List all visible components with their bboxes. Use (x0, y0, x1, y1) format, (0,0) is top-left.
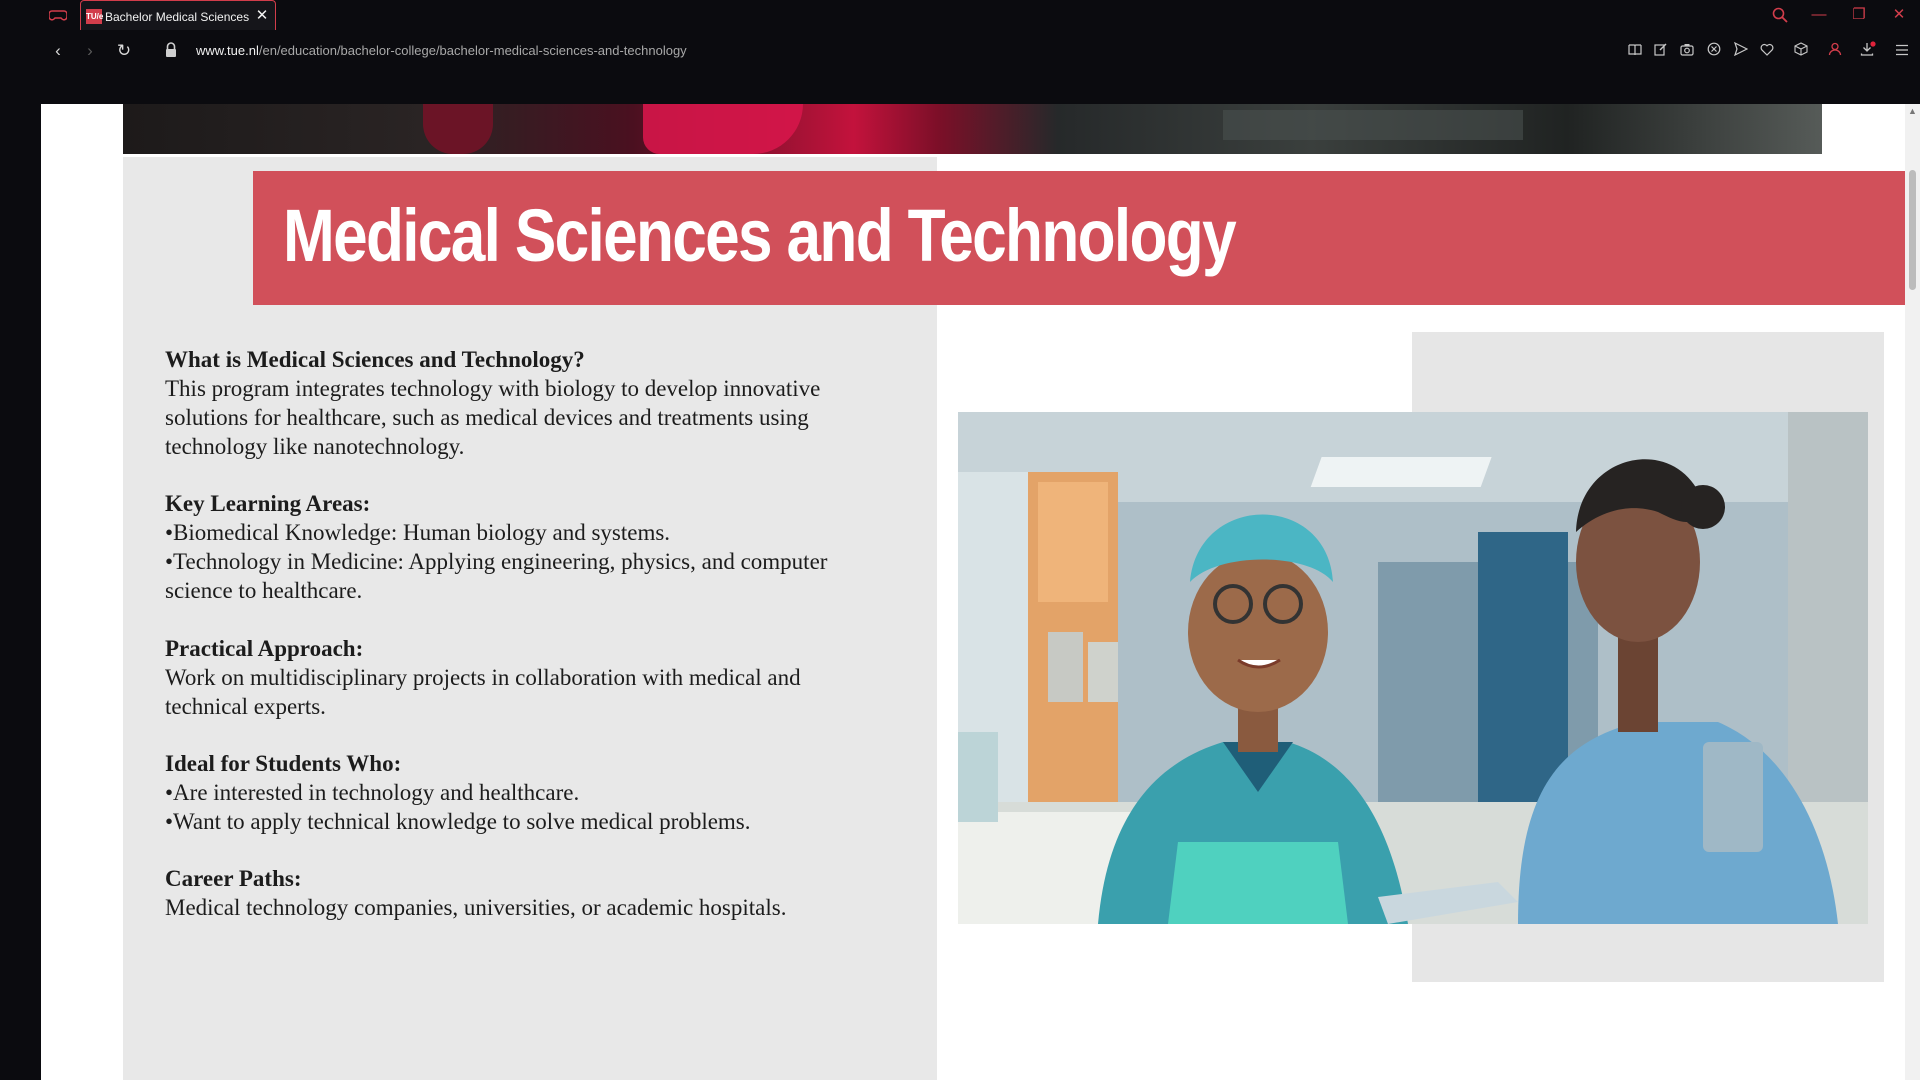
heart-icon[interactable] (1757, 41, 1777, 61)
text-line: science to healthcare. (165, 578, 363, 603)
url-field[interactable]: www.tue.nl/en/education/bachelor-college… (196, 43, 687, 59)
screenshot-icon[interactable] (1677, 41, 1697, 61)
download-icon[interactable] (1858, 41, 1878, 61)
section-heading-what-is: What is Medical Sciences and Technology? (165, 347, 585, 372)
forward-button[interactable]: › (78, 39, 102, 63)
send-icon[interactable] (1731, 41, 1751, 61)
text-line: technology like nanotechnology. (165, 434, 465, 459)
section-body-key-learning: •Biomedical Knowledge: Human biology and… (165, 518, 905, 605)
bullet-item: •Want to apply technical knowledge to so… (165, 809, 751, 834)
hero-photo-detail (1223, 110, 1523, 140)
section-body-ideal-students: •Are interested in technology and health… (165, 778, 905, 836)
section-body-practical: Work on multidisciplinary projects in co… (165, 663, 905, 721)
section-heading-career: Career Paths: (165, 866, 302, 891)
text-line: technical experts. (165, 694, 326, 719)
hero-photo-detail (643, 104, 803, 154)
url-domain: www.tue.nl (196, 43, 259, 58)
medical-staff-illustration (958, 412, 1868, 924)
text-line: solutions for healthcare, such as medica… (165, 405, 809, 430)
gamepad-icon[interactable] (48, 7, 68, 23)
section-body-what-is: This program integrates technology with … (165, 374, 905, 461)
page-title: Medical Sciences and Technology (283, 194, 1237, 277)
address-bar: ‹ › ↻ www.tue.nl/en/education/bachelor-c… (41, 30, 1920, 104)
hero-photo-detail (423, 104, 493, 154)
reader-view-icon[interactable] (1625, 41, 1645, 61)
blocker-icon[interactable] (1704, 41, 1724, 61)
bullet-item: •Are interested in technology and health… (165, 780, 580, 805)
section-body-career: Medical technology companies, universiti… (165, 893, 905, 922)
edit-icon[interactable] (1651, 41, 1671, 61)
profile-icon[interactable] (1825, 41, 1845, 61)
tue-favicon-icon: TU/e (86, 9, 103, 24)
title-banner: Medical Sciences and Technology (253, 171, 1905, 305)
section-heading-ideal-students: Ideal for Students Who: (165, 751, 402, 776)
reload-button[interactable]: ↻ (112, 39, 136, 63)
hero-photo (123, 104, 1822, 154)
side-panel-strip (0, 30, 41, 1080)
scrollbar-thumb[interactable] (1909, 170, 1916, 290)
menu-icon[interactable] (1892, 41, 1912, 61)
tab-bar: TU/e Bachelor Medical Sciences and Techn… (0, 0, 1920, 31)
close-window-button[interactable]: ✕ (1886, 3, 1912, 27)
text-line: Medical technology companies, universiti… (165, 895, 787, 920)
back-button[interactable]: ‹ (46, 39, 70, 63)
bullet-item: •Biomedical Knowledge: Human biology and… (165, 520, 671, 545)
cube-icon[interactable] (1791, 41, 1811, 61)
scroll-up-arrow-icon[interactable]: ▲ (1905, 104, 1920, 118)
minimize-button[interactable]: — (1806, 3, 1832, 27)
section-heading-key-learning: Key Learning Areas: (165, 491, 371, 516)
text-line: This program integrates technology with … (165, 376, 821, 401)
scrollbar[interactable]: ▲ (1905, 104, 1920, 1080)
search-icon[interactable] (1767, 3, 1793, 27)
bullet-item: •Technology in Medicine: Applying engine… (165, 549, 828, 574)
lock-icon[interactable] (163, 41, 179, 59)
restore-button[interactable]: ❐ (1846, 3, 1872, 27)
text-line: Work on multidisciplinary projects in co… (165, 665, 801, 690)
tab-title: Bachelor Medical Sciences and Technology (105, 10, 252, 24)
url-path: /en/education/bachelor-college/bachelor-… (258, 43, 687, 58)
tab-close-icon[interactable]: ✕ (254, 8, 270, 24)
page-content: Medical Sciences and Technology What is … (41, 104, 1905, 1080)
section-heading-practical: Practical Approach: (165, 636, 364, 661)
tab-active[interactable]: TU/e Bachelor Medical Sciences and Techn… (80, 0, 276, 31)
